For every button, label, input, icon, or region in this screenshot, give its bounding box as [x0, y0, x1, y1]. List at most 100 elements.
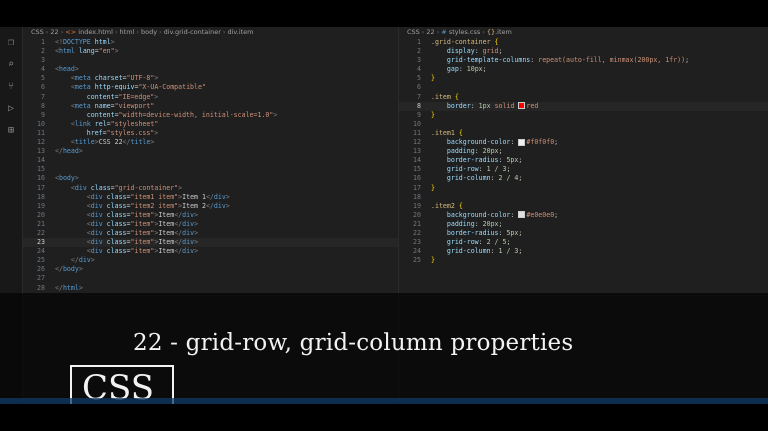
- code-token: grid-row: [446, 238, 479, 247]
- code-line[interactable]: 11 .item1 {: [399, 129, 768, 138]
- code-line[interactable]: 17 <div class="grid-container">: [23, 184, 398, 193]
- code-line[interactable]: 13 </head>: [23, 147, 398, 156]
- code-line[interactable]: 8 border: 1px solid red: [399, 101, 768, 111]
- code-token: >: [178, 183, 183, 192]
- code-line[interactable]: 23 grid-row: 2 / 5;: [399, 238, 768, 247]
- code-line[interactable]: 11 href="styles.css">: [23, 129, 398, 138]
- code-line[interactable]: 10: [399, 120, 768, 129]
- code-area[interactable]: 1 .grid-container {2 display: grid; 3 grid…: [399, 38, 768, 265]
- code-token: ;: [518, 156, 523, 165]
- code-token: title: [130, 138, 151, 147]
- selector-icon: {}: [486, 28, 496, 36]
- code-line[interactable]: 14: [23, 156, 398, 165]
- code-line[interactable]: 27: [23, 274, 398, 283]
- code-line[interactable]: 9}: [399, 111, 768, 120]
- code-line[interactable]: 22 border-radius: 5px;: [399, 229, 768, 238]
- code-token: div: [90, 247, 103, 256]
- code-line[interactable]: 20 <div class="item">Item</div>: [23, 211, 398, 220]
- code-line[interactable]: 4 gap: 10px;: [399, 65, 768, 74]
- code-token: ;: [498, 47, 503, 56]
- code-line[interactable]: 18 <div class="item1 item">Item 1</div>: [23, 193, 398, 202]
- code-line[interactable]: 6 <meta http-equiv="X-UA-Compatible": [23, 83, 398, 92]
- code-token: ;: [554, 138, 559, 147]
- code-line[interactable]: 6: [399, 83, 768, 92]
- code-line[interactable]: 16 <body>: [23, 174, 398, 183]
- source-control-icon[interactable]: ⑂: [5, 81, 17, 93]
- code-line[interactable]: 7 content="IE=edge">: [23, 93, 398, 102]
- line-number: 12: [413, 138, 421, 147]
- color-swatch[interactable]: [518, 102, 526, 110]
- code-line[interactable]: 5 <meta charset="UTF-8">: [23, 74, 398, 83]
- code-line[interactable]: 3: [23, 56, 398, 65]
- breadcrumb-item[interactable]: CSS: [407, 28, 420, 36]
- code-line[interactable]: 20 background-color: #e0e0e0;: [399, 211, 768, 220]
- code-line[interactable]: 25 </div>: [23, 256, 398, 265]
- code-line[interactable]: 12 background-color: #f0f0f0;: [399, 138, 768, 147]
- run-debug-icon[interactable]: ▷: [5, 103, 17, 115]
- code-line[interactable]: 14 border-radius: 5px;: [399, 156, 768, 165]
- breadcrumb-item[interactable]: styles.css: [449, 28, 480, 36]
- code-line[interactable]: 21 <div class="item">Item</div>: [23, 220, 398, 229]
- line-number: 1: [41, 38, 45, 46]
- code-line[interactable]: 23 <div class="item">Item</div>: [23, 238, 398, 248]
- code-line[interactable]: 24 grid-column: 1 / 3;: [399, 247, 768, 256]
- code-line[interactable]: 26 </body>: [23, 265, 398, 274]
- code-line[interactable]: 24 <div class="item">Item</div>: [23, 247, 398, 256]
- line-number: 25: [413, 256, 421, 265]
- breadcrumb-item[interactable]: div.grid-container: [164, 28, 221, 36]
- code-line[interactable]: 16 grid-column: 2 / 4;: [399, 174, 768, 183]
- code-token: </: [205, 201, 214, 210]
- code-line[interactable]: 7 .item {: [399, 93, 768, 102]
- code-line[interactable]: 4 <head>: [23, 65, 398, 74]
- code-line[interactable]: 3 grid-template-columns: repeat(auto-fil…: [399, 56, 768, 65]
- code-line[interactable]: 1 .grid-container {: [399, 38, 768, 47]
- code-line[interactable]: 2 <html lang="en">: [23, 47, 398, 56]
- code-token: "item": [130, 238, 155, 247]
- code-token: 1px: [478, 101, 491, 110]
- code-line[interactable]: 22 <div class="item">Item</div>: [23, 229, 398, 238]
- code-token: "item": [130, 219, 155, 228]
- code-line[interactable]: 15 grid-row: 1 / 3;: [399, 165, 768, 174]
- breadcrumb-item[interactable]: html: [120, 28, 135, 36]
- code-line[interactable]: 19 .item2 {: [399, 202, 768, 211]
- code-line[interactable]: 15: [23, 165, 398, 174]
- code-line[interactable]: 17}: [399, 184, 768, 193]
- code-line[interactable]: 21 padding: 20px;: [399, 220, 768, 229]
- line-number: 1: [417, 38, 421, 46]
- color-swatch[interactable]: [518, 138, 526, 146]
- code-area[interactable]: 1 <!DOCTYPE html> 2 <html lang="en"> 3 4 <head…: [23, 38, 398, 293]
- breadcrumb-item[interactable]: 22: [426, 28, 434, 36]
- breadcrumb-item[interactable]: div.item: [227, 28, 253, 36]
- line-number: 24: [37, 247, 45, 256]
- code-line[interactable]: 25}: [399, 256, 768, 265]
- code-line[interactable]: 8 <meta name="viewport": [23, 102, 398, 111]
- files-icon[interactable]: ❐: [5, 37, 17, 49]
- breadcrumb-item[interactable]: index.html: [78, 28, 113, 36]
- breadcrumb-item[interactable]: .item: [495, 28, 512, 36]
- code-line[interactable]: 10 <link rel="stylesheet": [23, 120, 398, 129]
- code-token: >: [225, 192, 230, 201]
- code-line[interactable]: 18: [399, 193, 768, 202]
- code-token: div: [213, 201, 226, 210]
- code-line[interactable]: 13 padding: 20px;: [399, 147, 768, 156]
- code-token: div: [78, 256, 91, 265]
- breadcrumb-item[interactable]: 22: [50, 28, 58, 36]
- code-line[interactable]: 1 <!DOCTYPE html>: [23, 38, 398, 47]
- code-line[interactable]: 5}: [399, 74, 768, 83]
- code-token: ;: [498, 219, 503, 228]
- search-icon[interactable]: ⌕: [5, 59, 17, 71]
- code-line[interactable]: 2 display: grid;: [399, 47, 768, 56]
- color-swatch[interactable]: [518, 211, 526, 219]
- code-line[interactable]: 12 <title>CSS 22</title>: [23, 138, 398, 147]
- code-line[interactable]: 9 content="width=device-width, initial-s…: [23, 111, 398, 120]
- extensions-icon[interactable]: ⊞: [5, 125, 17, 137]
- code-token: class: [106, 219, 127, 228]
- breadcrumb-item[interactable]: CSS: [31, 28, 44, 36]
- line-number: 5: [41, 74, 45, 83]
- code-line[interactable]: 19 <div class="item2 item">Item 2</div>: [23, 202, 398, 211]
- breadcrumb-item[interactable]: body: [141, 28, 157, 36]
- code-line[interactable]: 28 </html>: [23, 284, 398, 293]
